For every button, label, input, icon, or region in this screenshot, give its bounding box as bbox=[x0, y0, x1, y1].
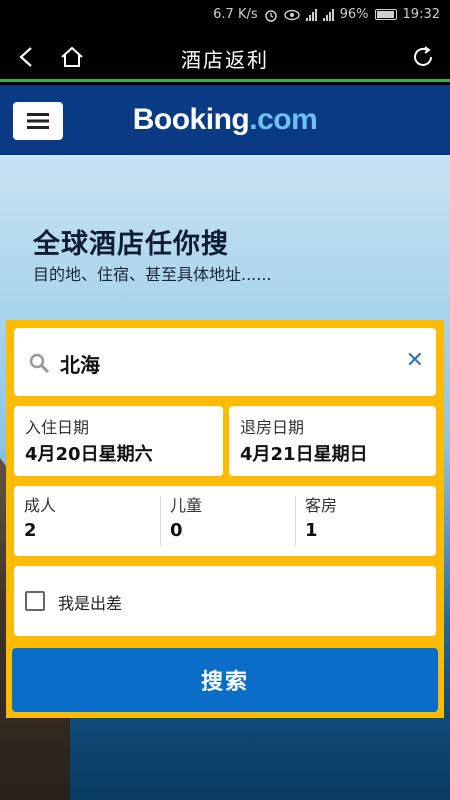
business-trip-row[interactable]: 我是出差 bbox=[14, 566, 436, 636]
checkout-value: 4月21日星期日 bbox=[240, 444, 368, 465]
business-trip-checkbox[interactable] bbox=[25, 591, 45, 611]
signal-4g-icon bbox=[322, 8, 334, 21]
business-trip-label: 我是出差 bbox=[58, 594, 123, 613]
battery-icon bbox=[374, 9, 397, 20]
eye-icon bbox=[283, 9, 300, 20]
logo-main: Booking bbox=[132, 103, 250, 136]
checkin-value: 4月20日星期六 bbox=[25, 444, 153, 465]
booking-header: Booking.com bbox=[0, 85, 450, 155]
destination-value: 北海 bbox=[60, 353, 100, 377]
search-icon bbox=[29, 353, 50, 374]
checkin-label: 入住日期 bbox=[25, 418, 90, 437]
checkout-label: 退房日期 bbox=[240, 418, 305, 437]
page-title: 酒店返利 bbox=[181, 48, 269, 72]
refresh-icon bbox=[414, 46, 432, 66]
alarm-icon bbox=[264, 9, 277, 22]
app-nav-bar: 酒店返利 bbox=[0, 32, 450, 82]
rooms-field[interactable]: 客房 1 bbox=[295, 486, 436, 556]
adults-value: 2 bbox=[24, 520, 37, 541]
rooms-label: 客房 bbox=[305, 496, 338, 515]
rooms-value: 1 bbox=[305, 520, 318, 541]
status-right: 6.7 K/s 96% 19:32 bbox=[213, 7, 440, 22]
logo-suffix: .com bbox=[249, 103, 318, 136]
search-button[interactable]: 搜索 bbox=[12, 648, 438, 712]
search-form: 北海 ✕ 入住日期 4月20日星期六 退房日期 4月21日星期日 成人 2 儿童… bbox=[6, 320, 444, 718]
net-speed: 6.7 K/s bbox=[213, 7, 258, 22]
booking-logo[interactable]: Booking.com bbox=[0, 103, 450, 137]
checkin-field[interactable]: 入住日期 4月20日星期六 bbox=[14, 406, 223, 476]
signal-2g-icon bbox=[305, 8, 317, 21]
battery-percent: 96% bbox=[339, 7, 369, 22]
hero-subtitle: 目的地、住宿、甚至具体地址...... bbox=[33, 265, 272, 284]
clock: 19:32 bbox=[402, 7, 440, 22]
children-value: 0 bbox=[170, 520, 183, 541]
adults-label: 成人 bbox=[24, 496, 57, 515]
clear-icon[interactable]: ✕ bbox=[406, 350, 424, 372]
checkout-field[interactable]: 退房日期 4月21日星期日 bbox=[229, 406, 436, 476]
refresh-button[interactable] bbox=[408, 42, 438, 72]
status-bar: 6.7 K/s 96% 19:32 bbox=[0, 0, 450, 32]
adults-field[interactable]: 成人 2 bbox=[14, 486, 160, 556]
children-field[interactable]: 儿童 0 bbox=[160, 486, 295, 556]
children-label: 儿童 bbox=[170, 496, 203, 515]
destination-input[interactable]: 北海 ✕ bbox=[14, 328, 436, 396]
guests-rooms-field[interactable]: 成人 2 儿童 0 客房 1 bbox=[14, 486, 436, 556]
hero-title: 全球酒店任你搜 bbox=[33, 229, 229, 260]
